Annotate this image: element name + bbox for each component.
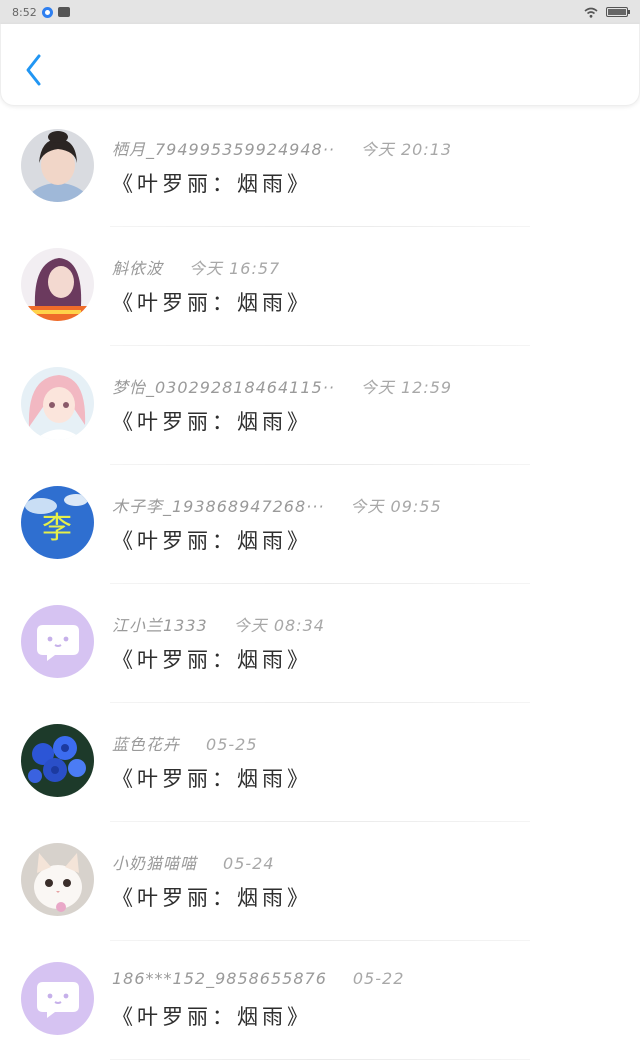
status-right <box>584 7 630 18</box>
comment-text: 《叶罗丽：烟雨》 <box>112 1005 312 1029</box>
comment-username[interactable]: 梦怡_030292818464115·· <box>112 378 335 397</box>
comment-time: 今天 20:13 <box>360 140 453 159</box>
avatar[interactable]: 李 <box>21 486 94 559</box>
comment-username[interactable]: 木子李_193868947268··· <box>112 497 324 516</box>
back-button[interactable] <box>19 50 51 90</box>
comment-username[interactable]: 小奶猫喵喵 <box>112 854 197 873</box>
comment-meta: 小奶猫喵喵 05-24 <box>112 850 275 874</box>
comment-item[interactable]: 186***152_9858655876 05-22 《叶罗丽：烟雨》 <box>0 941 640 1060</box>
comment-meta: 186***152_9858655876 05-22 <box>112 969 404 988</box>
comment-time: 05-25 <box>206 735 258 754</box>
comment-time: 今天 08:34 <box>233 616 325 635</box>
comment-meta: 蓝色花卉 05-25 <box>112 731 258 755</box>
comment-text: 《叶罗丽：烟雨》 <box>112 529 312 553</box>
comment-text: 《叶罗丽：烟雨》 <box>112 410 312 434</box>
avatar[interactable] <box>21 129 94 202</box>
comment-time: 05-22 <box>352 969 405 988</box>
comment-meta: 斛依波 今天 16:57 <box>112 255 280 279</box>
svg-text:李: 李 <box>42 511 72 546</box>
avatar[interactable] <box>21 724 94 797</box>
comment-text: 《叶罗丽：烟雨》 <box>112 767 312 791</box>
status-time: 8:52 <box>12 5 37 19</box>
status-left: 8:52 <box>12 6 70 19</box>
chevron-left-icon <box>26 54 41 86</box>
comment-username[interactable]: 蓝色花卉 <box>112 735 180 754</box>
comment-text: 《叶罗丽：烟雨》 <box>112 291 312 315</box>
comment-time: 今天 12:59 <box>360 378 453 397</box>
comment-username[interactable]: 斛依波 <box>112 259 163 278</box>
comment-meta: 梦怡_030292818464115·· 今天 12:59 <box>112 374 452 398</box>
comment-meta: 江小兰1333 今天 08:34 <box>112 612 325 636</box>
battery-icon <box>606 7 630 17</box>
comment-item[interactable]: 梦怡_030292818464115·· 今天 12:59 《叶罗丽：烟雨》 <box>0 346 640 465</box>
comment-item[interactable]: 江小兰1333 今天 08:34 《叶罗丽：烟雨》 <box>0 584 640 703</box>
comment-item[interactable]: 斛依波 今天 16:57 《叶罗丽：烟雨》 <box>0 227 640 346</box>
avatar[interactable] <box>21 605 94 678</box>
comment-time: 05-24 <box>223 854 275 873</box>
wifi-icon <box>584 7 598 18</box>
comment-item[interactable]: 李 木子李_193868947268··· 今天 09:55 《叶罗丽：烟雨》 <box>0 465 640 584</box>
avatar[interactable] <box>21 843 94 916</box>
avatar[interactable] <box>21 367 94 440</box>
comment-item[interactable]: 小奶猫喵喵 05-24 《叶罗丽：烟雨》 <box>0 822 640 941</box>
avatar[interactable] <box>21 962 94 1035</box>
comment-time: 今天 09:55 <box>350 497 442 516</box>
comment-text: 《叶罗丽：烟雨》 <box>112 172 312 196</box>
message-icon <box>57 7 70 17</box>
comment-meta: 栖月_794995359924948·· 今天 20:13 <box>112 136 452 160</box>
top-nav-bar <box>0 24 640 106</box>
notification-app-icon <box>41 6 53 18</box>
comment-text: 《叶罗丽：烟雨》 <box>112 886 312 910</box>
comment-item[interactable]: 栖月_794995359924948·· 今天 20:13 《叶罗丽：烟雨》 <box>0 108 640 227</box>
avatar[interactable] <box>21 248 94 321</box>
comment-username[interactable]: 江小兰1333 <box>112 616 208 635</box>
comment-text: 《叶罗丽：烟雨》 <box>112 648 312 672</box>
status-bar: 8:52 <box>0 0 640 24</box>
comment-time: 今天 16:57 <box>189 259 281 278</box>
comment-username[interactable]: 186***152_9858655876 <box>112 969 327 988</box>
comment-item[interactable]: 蓝色花卉 05-25 《叶罗丽：烟雨》 <box>0 703 640 822</box>
comment-username[interactable]: 栖月_794995359924948·· <box>112 140 335 159</box>
comment-list: 栖月_794995359924948·· 今天 20:13 《叶罗丽：烟雨》 斛依… <box>0 108 640 1060</box>
battery-level <box>608 9 626 15</box>
comment-meta: 木子李_193868947268··· 今天 09:55 <box>112 493 442 517</box>
